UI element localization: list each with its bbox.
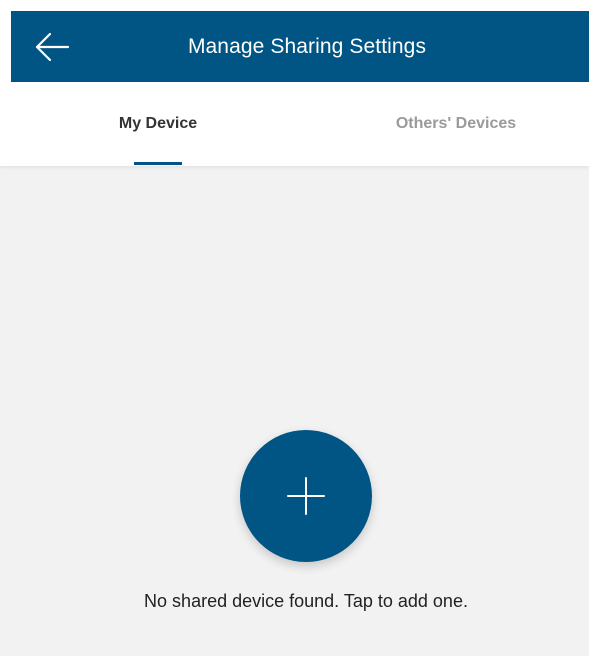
back-button[interactable] xyxy=(33,29,71,65)
page-title: Manage Sharing Settings xyxy=(187,35,427,58)
manage-sharing-screen: Manage Sharing Settings My Device Others… xyxy=(0,0,589,656)
plus-icon xyxy=(287,477,325,515)
empty-state-area: No shared device found. Tap to add one. xyxy=(0,166,589,656)
tab-others-devices[interactable]: Others' Devices xyxy=(362,82,550,166)
tab-my-device-label: My Device xyxy=(118,115,198,132)
tab-others-devices-label: Others' Devices xyxy=(395,115,517,132)
add-device-button[interactable] xyxy=(240,430,372,562)
tab-selected-indicator xyxy=(134,162,182,165)
arrow-left-icon xyxy=(35,32,70,62)
app-bar: Manage Sharing Settings xyxy=(11,11,589,82)
empty-state-message: No shared device found. Tap to add one. xyxy=(144,591,468,611)
tab-bar: My Device Others' Devices xyxy=(0,82,589,166)
tab-my-device[interactable]: My Device xyxy=(64,82,252,166)
